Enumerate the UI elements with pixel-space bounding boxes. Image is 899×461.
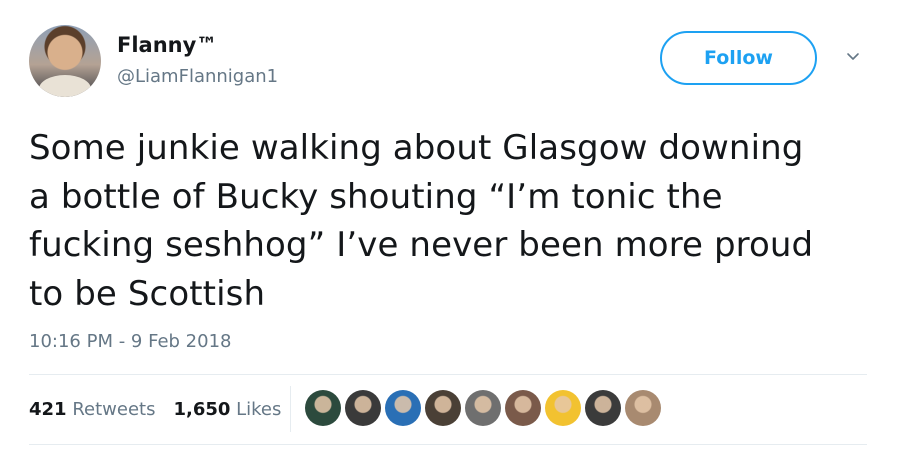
profile-avatar[interactable] (29, 25, 101, 97)
likes-count: 1,650 (173, 399, 231, 420)
retweets-label: Retweets (72, 399, 156, 420)
liker-avatar-3[interactable] (385, 390, 421, 426)
tweet-text: Some junkie walking about Glasgow downin… (29, 128, 814, 314)
follow-button[interactable]: Follow (660, 31, 817, 85)
liker-avatar-4[interactable] (425, 390, 461, 426)
retweets-stat[interactable]: 421 Retweets (29, 399, 155, 420)
tweet-stats: 421 Retweets 1,650 Likes (29, 399, 281, 420)
liker-avatar-2[interactable] (345, 390, 381, 426)
liker-avatar-5[interactable] (465, 390, 501, 426)
tweet-timestamp[interactable]: 10:16 PM - 9 Feb 2018 (29, 331, 232, 352)
liker-avatar-7[interactable] (545, 390, 581, 426)
liker-avatar-9[interactable] (625, 390, 661, 426)
divider (29, 444, 867, 445)
display-name[interactable]: Flanny™ (117, 33, 217, 57)
divider (29, 374, 867, 375)
user-handle[interactable]: @LiamFlannigan1 (117, 66, 278, 87)
liker-avatars (305, 390, 661, 426)
chevron-down-icon[interactable] (846, 50, 860, 64)
liker-avatar-1[interactable] (305, 390, 341, 426)
liker-avatar-8[interactable] (585, 390, 621, 426)
retweets-count: 421 (29, 399, 67, 420)
likes-stat[interactable]: 1,650 Likes (173, 399, 281, 420)
liker-avatar-6[interactable] (505, 390, 541, 426)
likes-label: Likes (236, 399, 282, 420)
stats-separator (290, 386, 291, 432)
